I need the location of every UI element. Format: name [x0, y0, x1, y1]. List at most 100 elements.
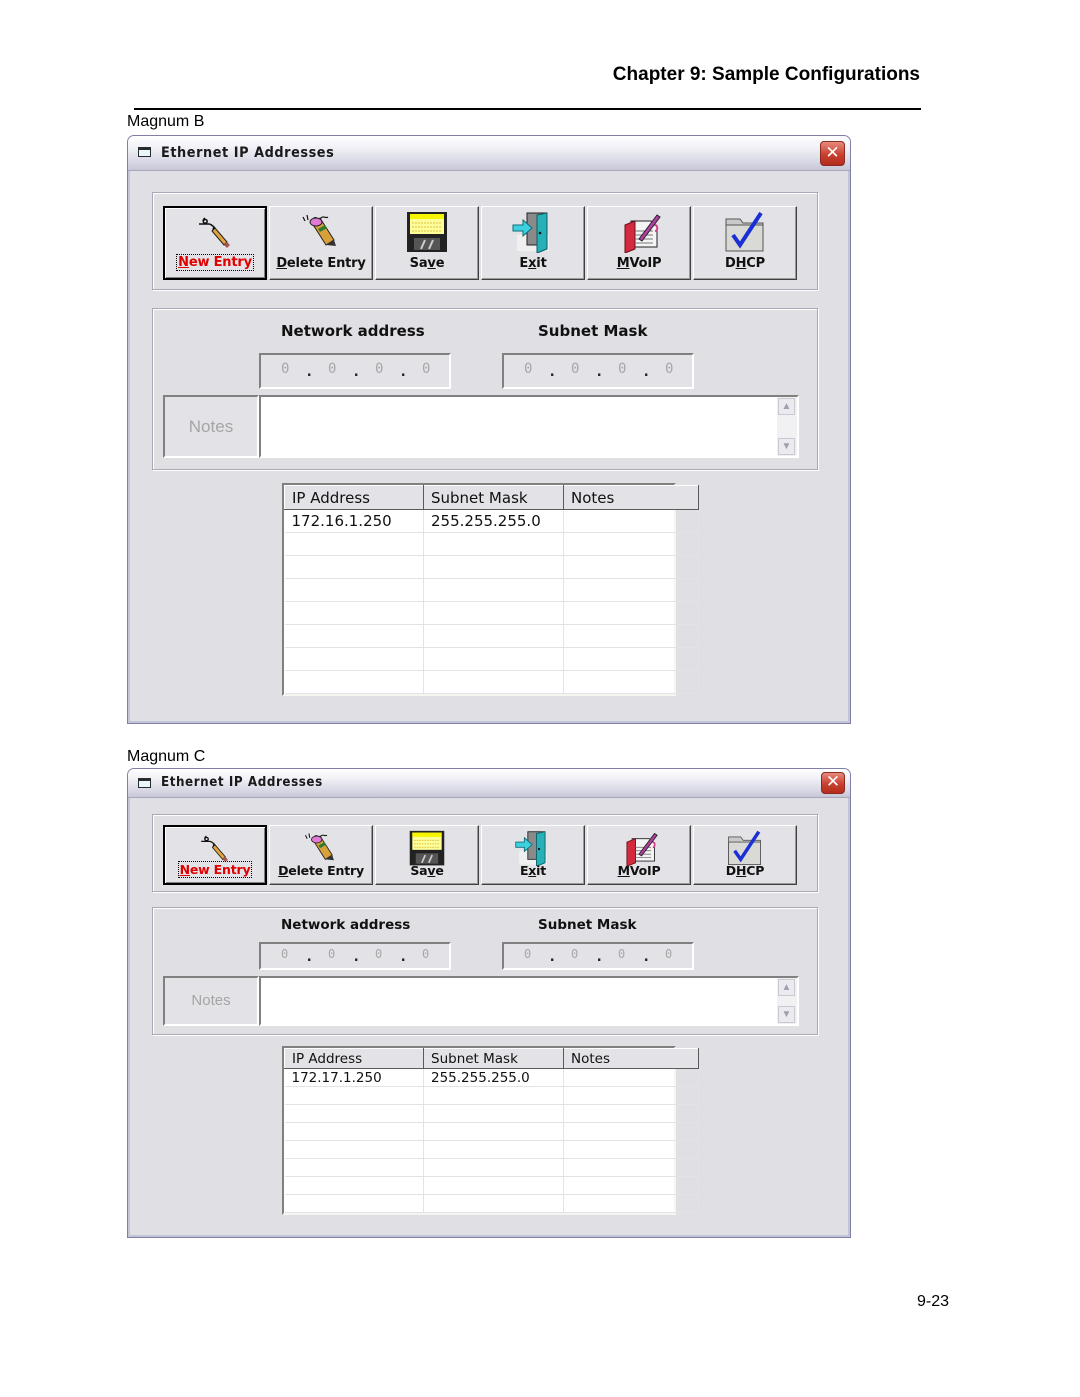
table-cell[interactable] [563, 578, 699, 602]
table-cell[interactable] [563, 532, 699, 556]
network-address-input[interactable]: 0. 0. 0. 0 [259, 942, 451, 970]
close-button[interactable]: ✕ [820, 141, 845, 166]
notes-textarea[interactable]: ▲ ▼ [259, 395, 799, 458]
ip-octet[interactable]: 0 [281, 361, 289, 377]
table-cell[interactable] [284, 601, 424, 625]
table-cell[interactable] [423, 1194, 564, 1213]
table-row[interactable]: 172.17.1.250 255.255.255.0 [284, 1068, 699, 1087]
ip-octet[interactable]: 0 [328, 361, 336, 377]
ip-octet[interactable]: 0 [665, 361, 673, 377]
table-cell[interactable] [423, 1158, 564, 1177]
table-cell[interactable]: 172.17.1.250 [284, 1068, 424, 1087]
table-cell[interactable] [284, 1176, 424, 1195]
notes-scrollbar[interactable]: ▲ ▼ [777, 397, 797, 456]
scroll-up-icon[interactable]: ▲ [778, 398, 795, 415]
save-button[interactable]: Save [375, 206, 479, 280]
table-cell[interactable] [284, 1194, 424, 1213]
table-row[interactable]: 172.16.1.250 255.255.255.0 [284, 509, 699, 533]
table-row[interactable] [284, 670, 699, 694]
table-cell[interactable] [423, 555, 564, 579]
table-cell[interactable] [563, 1194, 699, 1213]
ip-octet[interactable]: 0 [524, 361, 532, 377]
table-cell[interactable] [284, 1104, 424, 1123]
table-row[interactable] [284, 647, 699, 671]
save-button[interactable]: Save [375, 825, 479, 885]
table-cell[interactable] [423, 1086, 564, 1105]
table-row[interactable] [284, 624, 699, 648]
title-bar[interactable]: Ethernet IP Addresses ✕ [128, 136, 850, 171]
mvoip-button[interactable]: MVoIP [587, 206, 691, 280]
table-cell[interactable] [423, 670, 564, 694]
table-row[interactable] [284, 1104, 699, 1123]
table-cell[interactable] [563, 1086, 699, 1105]
ip-octet[interactable]: 0 [328, 947, 335, 961]
ip-octet[interactable]: 0 [571, 947, 578, 961]
table-cell[interactable] [563, 555, 699, 579]
table-cell[interactable] [563, 1176, 699, 1195]
ip-octet[interactable]: 0 [375, 361, 383, 377]
new-entry-button[interactable]: New Entry [163, 825, 267, 885]
column-header-notes[interactable]: Notes [563, 485, 699, 510]
column-header-notes[interactable]: Notes [563, 1048, 699, 1069]
table-cell[interactable] [423, 1140, 564, 1159]
table-cell[interactable] [284, 1140, 424, 1159]
table-cell[interactable] [563, 601, 699, 625]
table-row[interactable] [284, 555, 699, 579]
column-header-ip-address[interactable]: IP Address [284, 485, 424, 510]
table-cell[interactable] [563, 1104, 699, 1123]
mvoip-button[interactable]: MVoIP [587, 825, 691, 885]
ip-octet[interactable]: 0 [665, 947, 672, 961]
table-cell[interactable] [284, 578, 424, 602]
table-row[interactable] [284, 578, 699, 602]
scroll-down-icon[interactable]: ▼ [778, 1006, 795, 1023]
table-cell[interactable] [284, 624, 424, 648]
dhcp-button[interactable]: DHCP [693, 206, 797, 280]
table-row[interactable] [284, 532, 699, 556]
column-header-subnet-mask[interactable]: Subnet Mask [423, 1048, 564, 1069]
table-row[interactable] [284, 1176, 699, 1195]
table-cell[interactable] [563, 647, 699, 671]
table-row[interactable] [284, 1140, 699, 1159]
table-cell[interactable] [563, 1122, 699, 1141]
table-row[interactable] [284, 1158, 699, 1177]
dhcp-button[interactable]: DHCP [693, 825, 797, 885]
table-cell[interactable] [563, 1140, 699, 1159]
table-cell[interactable] [423, 1104, 564, 1123]
table-cell[interactable] [423, 1176, 564, 1195]
network-address-input[interactable]: 0. 0. 0. 0 [259, 353, 451, 389]
exit-button[interactable]: Exit [481, 825, 585, 885]
ip-octet[interactable]: 0 [524, 947, 531, 961]
table-row[interactable] [284, 601, 699, 625]
table-cell[interactable] [284, 670, 424, 694]
ip-octet[interactable]: 0 [618, 947, 625, 961]
table-cell[interactable] [284, 1158, 424, 1177]
ip-octet[interactable]: 0 [571, 361, 579, 377]
table-cell[interactable]: 255.255.255.0 [423, 1068, 564, 1087]
column-header-ip-address[interactable]: IP Address [284, 1048, 424, 1069]
table-row[interactable] [284, 1122, 699, 1141]
delete-entry-button[interactable]: Delete Entry [269, 825, 373, 885]
table-cell[interactable] [423, 647, 564, 671]
table-cell[interactable] [563, 1068, 699, 1087]
notes-textarea[interactable]: ▲ ▼ [259, 976, 799, 1026]
table-cell[interactable] [284, 1122, 424, 1141]
new-entry-button[interactable]: New Entry [163, 206, 267, 280]
column-header-subnet-mask[interactable]: Subnet Mask [423, 485, 564, 510]
table-cell[interactable] [423, 601, 564, 625]
table-cell[interactable]: 255.255.255.0 [423, 509, 564, 533]
table-cell[interactable]: 172.16.1.250 [284, 509, 424, 533]
title-bar[interactable]: Ethernet IP Addresses ✕ [128, 769, 850, 798]
table-cell[interactable] [284, 1086, 424, 1105]
table-cell[interactable] [423, 624, 564, 648]
table-cell[interactable] [423, 578, 564, 602]
table-row[interactable] [284, 1194, 699, 1213]
ip-octet[interactable]: 0 [375, 947, 382, 961]
ip-octet[interactable]: 0 [618, 361, 626, 377]
scroll-down-icon[interactable]: ▼ [778, 438, 795, 455]
ip-octet[interactable]: 0 [422, 361, 430, 377]
table-cell[interactable] [563, 624, 699, 648]
delete-entry-button[interactable]: Delete Entry [269, 206, 373, 280]
subnet-mask-input[interactable]: 0. 0. 0. 0 [502, 353, 694, 389]
table-cell[interactable] [563, 509, 699, 533]
subnet-mask-input[interactable]: 0. 0. 0. 0 [502, 942, 694, 970]
